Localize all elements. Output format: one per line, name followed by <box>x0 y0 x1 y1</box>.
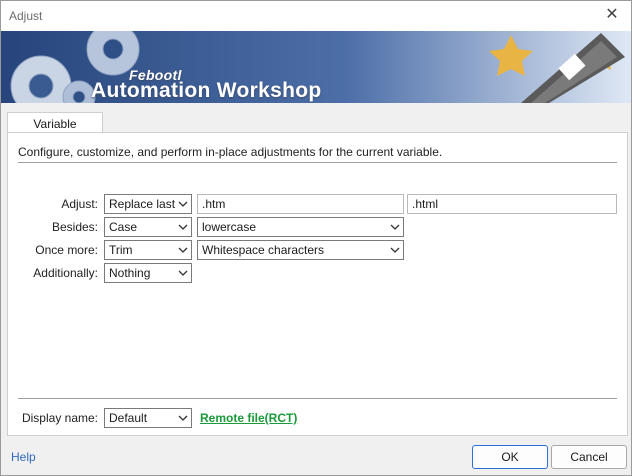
besides-option-select[interactable]: lowercase <box>197 217 404 237</box>
once-more-mode-select[interactable]: Trim <box>104 240 192 260</box>
brand-title: Automation Workshop <box>91 79 322 102</box>
additionally-mode-value: Nothing <box>109 266 151 280</box>
adjust-replace-value: .html <box>412 197 439 211</box>
variable-panel: Configure, customize, and perform in-pla… <box>7 132 628 436</box>
remote-file-link[interactable]: Remote file(RCT) <box>200 411 297 425</box>
adjust-find-value: .htm <box>202 197 226 211</box>
chevron-down-icon <box>178 224 188 230</box>
tab-strip: Variable <box>1 103 631 135</box>
once-more-label: Once more: <box>35 243 98 257</box>
chevron-down-icon <box>390 247 400 253</box>
window-title: Adjust <box>9 9 43 23</box>
display-name-value: Default <box>109 411 148 425</box>
adjust-label: Adjust: <box>61 197 98 211</box>
title-bar: Adjust ✕ <box>1 1 631 31</box>
chevron-down-icon <box>178 415 188 421</box>
ok-button[interactable]: OK <box>472 445 548 469</box>
display-name-label: Display name: <box>21 411 98 425</box>
chevron-down-icon <box>178 201 188 207</box>
close-icon[interactable]: ✕ <box>603 6 621 24</box>
once-more-option-value: Whitespace characters <box>202 243 325 257</box>
once-more-option-select[interactable]: Whitespace characters <box>197 240 404 260</box>
besides-option-value: lowercase <box>202 220 257 234</box>
additionally-label: Additionally: <box>33 266 98 280</box>
cancel-button[interactable]: Cancel <box>551 445 627 469</box>
adjust-dialog: Adjust ✕ Febootl Automation Workshop Var… <box>0 0 632 476</box>
chevron-down-icon <box>178 270 188 276</box>
besides-mode-value: Case <box>109 220 138 234</box>
adjust-find-input[interactable]: .htm <box>197 194 404 214</box>
product-banner: Febootl Automation Workshop <box>1 31 631 103</box>
adjust-replace-input[interactable]: .html <box>407 194 617 214</box>
once-more-mode-value: Trim <box>109 243 133 257</box>
chevron-down-icon <box>390 224 400 230</box>
display-name-select[interactable]: Default <box>104 408 192 428</box>
besides-mode-select[interactable]: Case <box>104 217 192 237</box>
separator <box>18 162 617 163</box>
adjust-mode-value: Replace last <box>109 197 176 211</box>
adjust-mode-select[interactable]: Replace last <box>104 194 192 214</box>
help-link[interactable]: Help <box>11 450 36 464</box>
panel-description: Configure, customize, and perform in-pla… <box>18 145 443 159</box>
besides-label: Besides: <box>51 220 98 234</box>
chevron-down-icon <box>178 247 188 253</box>
separator <box>18 398 617 399</box>
additionally-mode-select[interactable]: Nothing <box>104 263 192 283</box>
